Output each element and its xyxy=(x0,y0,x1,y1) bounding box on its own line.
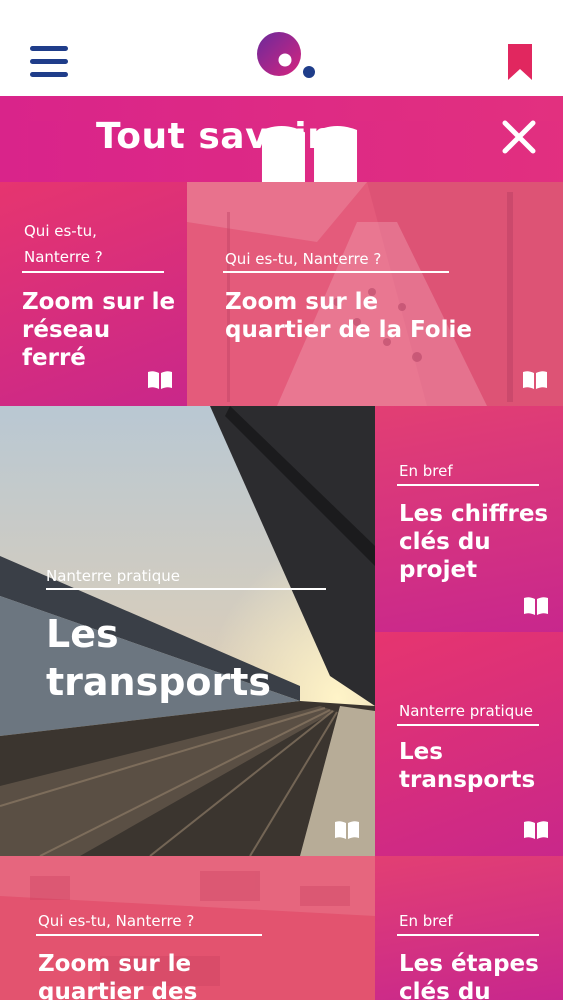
tile-title: Les chiffres clés du projet xyxy=(399,501,549,583)
book-icon xyxy=(524,597,548,615)
tile-divider xyxy=(397,724,539,726)
tile-title: Zoom sur le quartier des xyxy=(38,951,198,1000)
article-tile-transports-featured[interactable]: Nanterre pratique Les transports xyxy=(0,406,375,856)
tile-divider xyxy=(36,934,262,936)
top-bar xyxy=(0,0,563,96)
tile-divider xyxy=(46,588,326,590)
article-tile-reseau-ferre[interactable]: Qui es-tu, Nanterre ? Zoom sur le réseau… xyxy=(0,182,187,406)
tile-divider xyxy=(397,484,539,486)
tile-title: Zoom sur le quartier de la Folie xyxy=(225,289,472,343)
tile-category: En bref xyxy=(399,462,453,480)
article-tile-quartier-folie[interactable]: Qui es-tu, Nanterre ? Zoom sur le quarti… xyxy=(187,182,563,406)
tile-category: En bref xyxy=(399,912,453,930)
article-tile-transports[interactable]: Nanterre pratique Les transports xyxy=(375,632,563,856)
book-icon xyxy=(524,821,548,839)
tile-divider xyxy=(397,934,539,936)
tile-category: Qui es-tu, Nanterre ? xyxy=(38,912,195,930)
bookmark-icon[interactable] xyxy=(506,44,534,80)
tile-title: Les transports xyxy=(399,739,536,793)
tile-title: Zoom sur le réseau ferré xyxy=(22,289,176,371)
page-title: Tout savoir xyxy=(96,116,326,157)
tile-divider xyxy=(22,271,164,273)
article-tile-chiffres-cles[interactable]: En bref Les chiffres clés du projet xyxy=(375,406,563,632)
hamburger-menu-icon[interactable] xyxy=(30,46,68,78)
article-tile-quartier-des[interactable]: Qui es-tu, Nanterre ? Zoom sur le quarti… xyxy=(0,856,375,1000)
tile-title: Les étapes clés du xyxy=(399,951,539,1000)
app-logo xyxy=(257,32,315,78)
tile-divider xyxy=(223,271,449,273)
tile-title: Les transports xyxy=(46,612,272,704)
tile-category: Nanterre pratique xyxy=(399,702,533,720)
tile-category: Nanterre pratique xyxy=(46,567,180,585)
book-icon xyxy=(148,371,172,389)
article-tile-etapes-cles[interactable]: En bref Les étapes clés du xyxy=(375,856,563,1000)
close-icon[interactable] xyxy=(502,120,536,154)
book-icon xyxy=(335,821,359,839)
book-icon xyxy=(523,371,547,389)
tile-category: Qui es-tu, Nanterre ? xyxy=(24,222,103,266)
tile-category: Qui es-tu, Nanterre ? xyxy=(225,250,382,268)
